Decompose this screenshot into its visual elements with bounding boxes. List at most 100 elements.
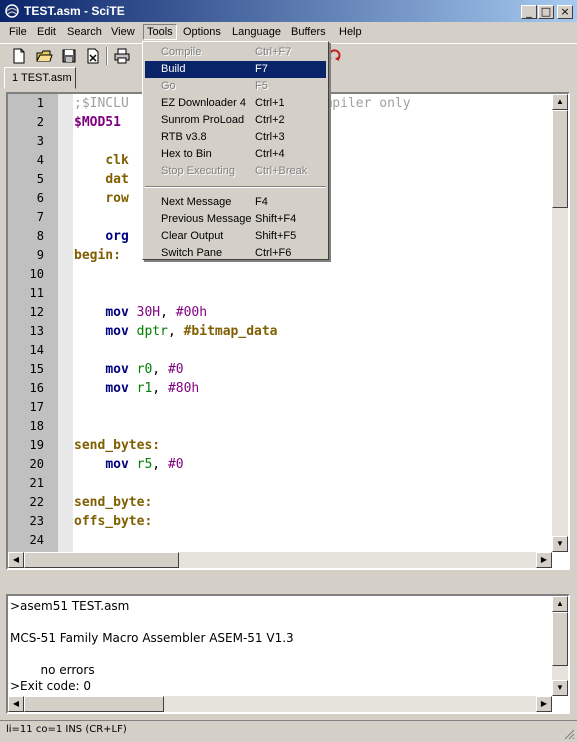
output-scroll-up-button[interactable]: ▲ — [552, 596, 568, 612]
menu-file[interactable]: File — [6, 25, 30, 41]
code-text[interactable]: clk — [74, 151, 128, 170]
code-text[interactable]: mov dptr, #bitmap_data — [74, 322, 277, 341]
line-number: 16 — [29, 381, 44, 395]
code-text[interactable]: mov r5, #0 — [74, 455, 183, 474]
code-text[interactable]: send_bytes: — [74, 436, 160, 455]
line-number: 23 — [29, 514, 44, 528]
menu-item-shortcut: Ctrl+3 — [255, 131, 285, 143]
code-line[interactable]: 17 — [8, 398, 556, 417]
code-line[interactable]: 24 — [8, 531, 556, 550]
editor-vertical-scrollbar[interactable]: ▲ ▼ — [552, 94, 568, 552]
output-scroll-left-button[interactable]: ◀ — [8, 696, 24, 712]
editor-hscroll-thumb[interactable] — [24, 552, 179, 568]
output-scroll-right-button[interactable]: ▶ — [536, 696, 552, 712]
scroll-right-button[interactable]: ▶ — [536, 552, 552, 568]
code-line[interactable]: 19 send_bytes: — [8, 436, 556, 455]
menu-language[interactable]: Language — [229, 25, 284, 41]
close-button[interactable]: × — [557, 5, 573, 19]
code-text[interactable]: mov r0, #0 — [74, 360, 183, 379]
menu-tools[interactable]: Tools — [143, 24, 177, 40]
code-line[interactable]: 20 mov r5, #0 — [8, 455, 556, 474]
title-bar[interactable]: TEST.asm - SciTE _ □ × — [0, 0, 577, 22]
menu-item-previous-message[interactable]: Previous Message Shift+F4 — [145, 211, 326, 228]
resize-grip-icon[interactable] — [563, 728, 575, 740]
code-text[interactable]: dat — [74, 170, 128, 189]
new-file-icon[interactable] — [10, 47, 28, 65]
menu-item-next-message[interactable]: Next Message F4 — [145, 194, 326, 211]
code-line[interactable]: 22 send_byte: — [8, 493, 556, 512]
close-file-icon[interactable] — [84, 47, 102, 65]
code-token: r0 — [136, 362, 153, 377]
menu-item-shortcut: Shift+F4 — [255, 213, 297, 225]
menu-options[interactable]: Options — [180, 25, 224, 41]
menu-item-shortcut: Shift+F5 — [255, 230, 297, 242]
menu-item-label: Stop Executing — [161, 165, 235, 177]
menu-item-hex-to-bin[interactable]: Hex to Bin Ctrl+4 — [145, 146, 326, 163]
code-line[interactable]: 23 offs_byte: — [8, 512, 556, 531]
menu-item-clear-output[interactable]: Clear Output Shift+F5 — [145, 228, 326, 245]
code-text[interactable]: send_byte: — [74, 493, 152, 512]
save-icon[interactable] — [60, 47, 78, 65]
code-token: , — [152, 362, 168, 377]
menu-buffers[interactable]: Buffers — [288, 25, 329, 41]
line-number: 9 — [36, 248, 44, 262]
output-vscroll-thumb[interactable] — [552, 612, 568, 666]
code-text[interactable]: mov r1, #80h — [74, 379, 199, 398]
tools-dropdown-menu: Compile Ctrl+F7 Build F7 Go F5 EZ Downloader 4… — [142, 41, 329, 260]
code-line[interactable]: 12 mov 30H, #00h — [8, 303, 556, 322]
code-line[interactable]: 16 mov r1, #80h — [8, 379, 556, 398]
code-line[interactable]: 15 mov r0, #0 — [8, 360, 556, 379]
line-number: 2 — [36, 115, 44, 129]
menu-item-switch-pane[interactable]: Switch Pane Ctrl+F6 — [145, 245, 326, 262]
code-text[interactable]: row — [74, 189, 128, 208]
status-text: li=11 co=1 INS (CR+LF) — [6, 724, 127, 735]
output-scroll-down-button[interactable]: ▼ — [552, 680, 568, 696]
menu-item-rtb-v3-8[interactable]: RTB v3.8 Ctrl+3 — [145, 129, 326, 146]
code-line[interactable]: 18 — [8, 417, 556, 436]
editor-horizontal-scrollbar[interactable]: ◀ ▶ — [8, 552, 552, 568]
output-pane[interactable]: >asem51 TEST.asm MCS-51 Family Macro Asse… — [6, 594, 570, 714]
code-line[interactable]: 11 — [8, 284, 556, 303]
menu-view[interactable]: View — [108, 25, 138, 41]
menu-item-label: Sunrom ProLoad — [161, 114, 245, 126]
menu-help[interactable]: Help — [336, 25, 365, 41]
output-vertical-scrollbar[interactable]: ▲ ▼ — [552, 596, 568, 696]
code-token: , — [152, 457, 168, 472]
line-number: 4 — [36, 153, 44, 167]
menu-edit[interactable]: Edit — [34, 25, 59, 41]
menu-search[interactable]: Search — [64, 25, 105, 41]
pane-splitter[interactable] — [0, 574, 577, 592]
menu-item-build[interactable]: Build F7 — [145, 61, 326, 78]
code-token: r5 — [136, 457, 153, 472]
minimize-button[interactable]: _ — [521, 5, 537, 19]
print-icon[interactable] — [113, 47, 131, 65]
open-folder-icon[interactable] — [35, 47, 53, 65]
code-text[interactable]: org — [74, 227, 128, 246]
scroll-up-button[interactable]: ▲ — [552, 94, 568, 110]
output-line: no errors — [10, 663, 95, 677]
menu-item-sunrom-proload[interactable]: Sunrom ProLoad Ctrl+2 — [145, 112, 326, 129]
scroll-left-button[interactable]: ◀ — [8, 552, 24, 568]
code-token: $MOD51 — [74, 115, 121, 130]
menu-item-shortcut: Ctrl+2 — [255, 114, 285, 126]
code-line[interactable]: 13 mov dptr, #bitmap_data — [8, 322, 556, 341]
code-line[interactable]: 21 — [8, 474, 556, 493]
line-number: 10 — [29, 267, 44, 281]
tab-test-asm[interactable]: 1 TEST.asm — [4, 67, 76, 89]
editor-vscroll-thumb[interactable] — [552, 110, 568, 208]
code-line[interactable]: 14 — [8, 341, 556, 360]
output-horizontal-scrollbar[interactable]: ◀ ▶ — [8, 696, 552, 712]
output-hscroll-thumb[interactable] — [24, 696, 164, 712]
code-text[interactable]: mov 30H, #00h — [74, 303, 207, 322]
scroll-down-button[interactable]: ▼ — [552, 536, 568, 552]
menu-item-ez-downloader-4[interactable]: EZ Downloader 4 Ctrl+1 — [145, 95, 326, 112]
maximize-button[interactable]: □ — [538, 5, 554, 19]
code-text[interactable]: $MOD51 — [74, 113, 121, 132]
menu-item-shortcut: Ctrl+1 — [255, 97, 285, 109]
code-text[interactable]: offs_byte: — [74, 512, 152, 531]
code-line[interactable]: 10 — [8, 265, 556, 284]
code-text[interactable]: begin: — [74, 246, 121, 265]
line-number: 3 — [36, 134, 44, 148]
